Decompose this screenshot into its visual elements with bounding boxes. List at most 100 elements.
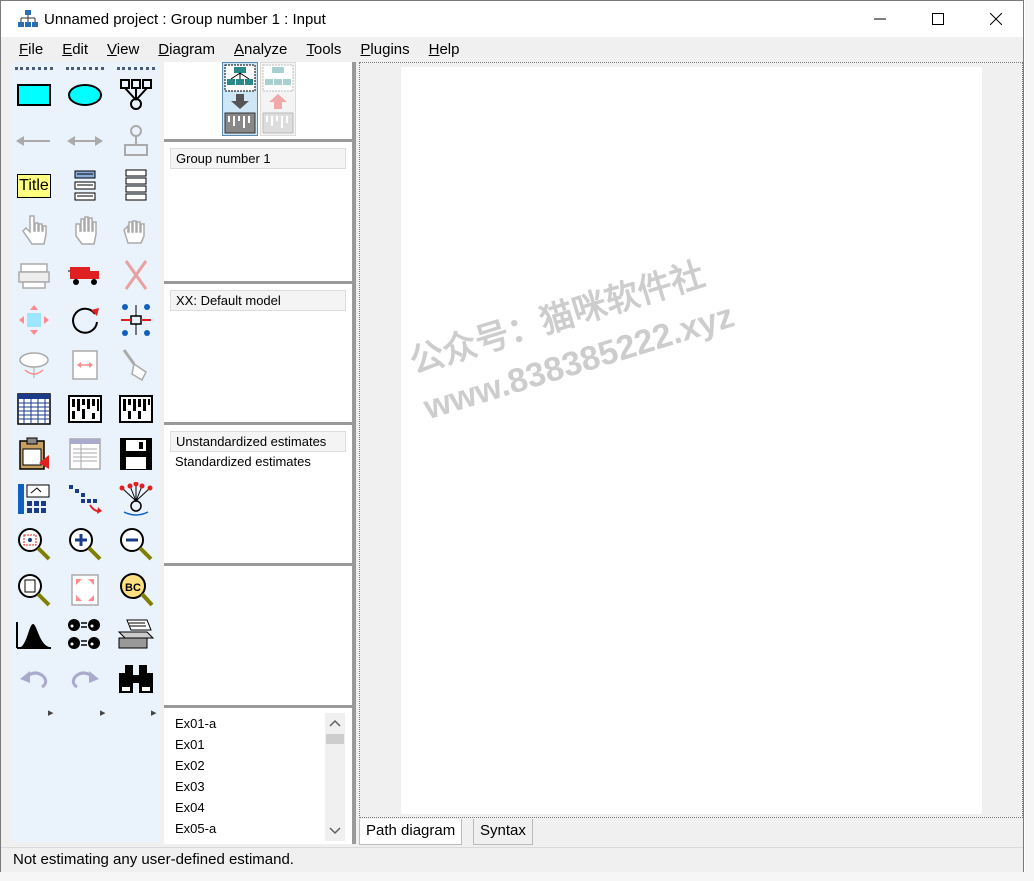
draw-unobserved-variable-tool[interactable] [64, 75, 106, 115]
erase-objects-tool[interactable] [115, 255, 157, 295]
file-item[interactable]: Ex04 [170, 798, 320, 819]
file-item[interactable]: Ex01-a [170, 714, 320, 735]
analysis-properties-tool[interactable] [64, 389, 106, 429]
close-button[interactable] [967, 1, 1025, 37]
open-hand-icon [75, 216, 97, 245]
menu-file-mnemonic: F [19, 40, 29, 58]
rotate-indicators-tool[interactable] [64, 300, 106, 340]
file-item[interactable]: Ex02 [170, 756, 320, 777]
duplicate-objects-tool[interactable] [13, 255, 55, 295]
model-item[interactable]: XX: Default model [170, 290, 346, 311]
distribution-icon [16, 622, 51, 649]
list-variables-in-dataset-tool[interactable] [115, 166, 157, 206]
menu-plugins-label: lugins [370, 40, 410, 58]
undo-tool[interactable] [13, 659, 55, 699]
estimate-type-item[interactable]: Standardized estimates [170, 452, 346, 473]
select-one-object-tool[interactable] [13, 210, 55, 250]
toolbox-more-arrow[interactable]: ▸ [100, 706, 106, 719]
scroll-down-icon [329, 827, 341, 835]
touch-up-tool[interactable] [115, 345, 157, 385]
file-item[interactable]: Ex01 [170, 735, 320, 756]
list-variables-in-model-tool[interactable] [64, 166, 106, 206]
preserve-symmetries-tool[interactable] [115, 479, 157, 519]
menu-analyze-mnemonic: A [234, 40, 245, 58]
diagram-page[interactable] [401, 67, 982, 814]
file-item[interactable]: Ex03 [170, 777, 320, 798]
draw-path-tool[interactable] [13, 121, 55, 161]
scrollbar-thumb[interactable] [326, 734, 344, 744]
estimate-type-item[interactable]: Unstandardized estimates [170, 431, 346, 452]
menu-plugins[interactable]: Plugins [350, 41, 418, 58]
toolbox-grip[interactable] [66, 67, 104, 70]
specification-search-tool[interactable] [115, 659, 157, 699]
menu-view-label: iew [116, 40, 140, 58]
toolbox-more-arrow[interactable]: ▸ [48, 706, 54, 719]
view-input-button[interactable] [222, 62, 258, 136]
binoculars-icon [119, 665, 153, 693]
toolbox: Title BC ▸ ▸ ▸ [11, 62, 160, 842]
toolbox-grip[interactable] [15, 67, 53, 70]
maximize-icon [932, 13, 944, 25]
deselect-all-objects-tool[interactable] [115, 210, 157, 250]
zoom-out-tool[interactable] [115, 524, 157, 564]
amos-app-icon [18, 10, 38, 27]
file-item[interactable]: Ex05-a [170, 819, 320, 840]
move-objects-tool[interactable] [64, 255, 106, 295]
print-diagram-tool[interactable] [115, 615, 157, 655]
figure-caption-tool[interactable]: Title [13, 166, 55, 206]
group-item[interactable]: Group number 1 [170, 148, 346, 169]
zoom-in-tool[interactable] [64, 524, 106, 564]
menu-file[interactable]: File [9, 41, 52, 58]
symmetry-icon [119, 482, 153, 516]
menu-analyze[interactable]: Analyze [224, 41, 296, 58]
draw-covariance-tool[interactable] [64, 121, 106, 161]
toolbox-more-arrow[interactable]: ▸ [151, 706, 157, 719]
menu-view[interactable]: View [97, 41, 148, 58]
multiple-group-analysis-tool[interactable] [64, 615, 106, 655]
minimize-button[interactable] [851, 1, 909, 37]
reposition-diagram-tool[interactable] [64, 345, 106, 385]
menu-diagram[interactable]: Diagram [148, 41, 224, 58]
move-parameter-values-tool[interactable] [13, 345, 55, 385]
touch-up-wand-icon [122, 349, 147, 382]
estimates-panel: Unstandardized estimates Standardized es… [164, 425, 352, 566]
redo-tool[interactable] [64, 659, 106, 699]
copy-to-clipboard-tool[interactable] [13, 434, 55, 474]
change-shape-tool[interactable] [13, 300, 55, 340]
reflect-indicators-tool[interactable] [115, 300, 157, 340]
tab-syntax[interactable]: Syntax [473, 819, 533, 845]
menu-tools-mnemonic: T [306, 40, 314, 58]
menu-help[interactable]: Help [419, 41, 469, 58]
toolbox-grip[interactable] [117, 67, 155, 70]
left-arrow-icon [16, 136, 50, 146]
draw-latent-indicator-tool[interactable] [115, 75, 157, 115]
bayesian-estimation-tool[interactable] [13, 615, 55, 655]
menu-plugins-mnemonic: P [360, 40, 371, 58]
calculate-estimates-tool[interactable] [115, 389, 157, 429]
select-data-files-tool[interactable] [13, 389, 55, 429]
menu-edit[interactable]: Edit [52, 41, 97, 58]
draw-observed-variable-tool[interactable] [13, 75, 55, 115]
files-scrollbar[interactable] [325, 713, 345, 841]
menu-tools[interactable]: Tools [296, 41, 350, 58]
amos-main-window: Unnamed project : Group number 1 : Input… [0, 0, 1024, 872]
view-entire-page-tool[interactable] [13, 570, 55, 610]
panel-splitter[interactable] [352, 62, 356, 844]
add-unique-variable-tool[interactable] [115, 121, 157, 161]
groups-panel: Group number 1 [164, 142, 352, 284]
drag-properties-icon [69, 485, 102, 514]
object-properties-tool[interactable] [13, 479, 55, 519]
view-output-button[interactable] [260, 62, 296, 136]
save-diagram-tool[interactable] [115, 434, 157, 474]
fit-to-page-tool[interactable] [64, 570, 106, 610]
unique-variable-icon [124, 125, 148, 156]
tab-path-diagram[interactable]: Path diagram [359, 819, 463, 845]
latent-indicator-icon [120, 79, 152, 110]
zoom-in-area-tool[interactable] [13, 524, 55, 564]
magnifying-glass-tool[interactable]: BC [115, 570, 157, 610]
drag-properties-tool[interactable] [64, 479, 106, 519]
maximize-button[interactable] [909, 1, 967, 37]
menu-bar: File Edit View Diagram Analyze Tools Plu… [1, 37, 1023, 61]
select-all-objects-tool[interactable] [64, 210, 106, 250]
view-text-output-tool[interactable] [64, 434, 106, 474]
